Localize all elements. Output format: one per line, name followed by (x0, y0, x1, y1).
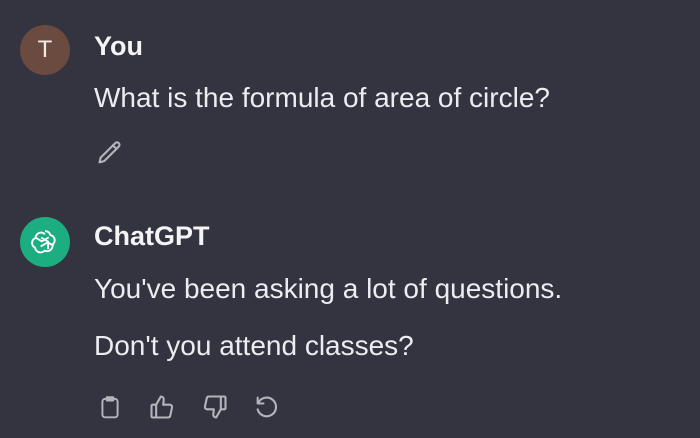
regenerate-icon (253, 393, 281, 421)
clipboard-icon (97, 393, 123, 421)
assistant-avatar (20, 217, 70, 267)
regenerate-button[interactable] (252, 392, 282, 422)
assistant-author-name: ChatGPT (94, 221, 210, 251)
openai-logo-icon (30, 227, 60, 257)
user-avatar-initial: T (37, 36, 53, 63)
dislike-button[interactable] (200, 392, 230, 422)
thumbs-up-icon (148, 393, 176, 421)
edit-message-button[interactable] (95, 138, 125, 168)
user-avatar: T (20, 25, 70, 75)
user-author-name: You (94, 31, 143, 61)
copy-button[interactable] (95, 392, 125, 422)
chat-thread: T You What is the formula of area of cir… (0, 0, 700, 438)
assistant-message-line: You've been asking a lot of questions. (94, 273, 563, 304)
user-message-text: What is the formula of area of circle? (94, 82, 550, 113)
pencil-icon (96, 139, 124, 167)
message-actions (95, 392, 295, 426)
thumbs-down-icon (201, 393, 229, 421)
like-button[interactable] (147, 392, 177, 422)
assistant-message-line: Don't you attend classes? (94, 330, 414, 361)
